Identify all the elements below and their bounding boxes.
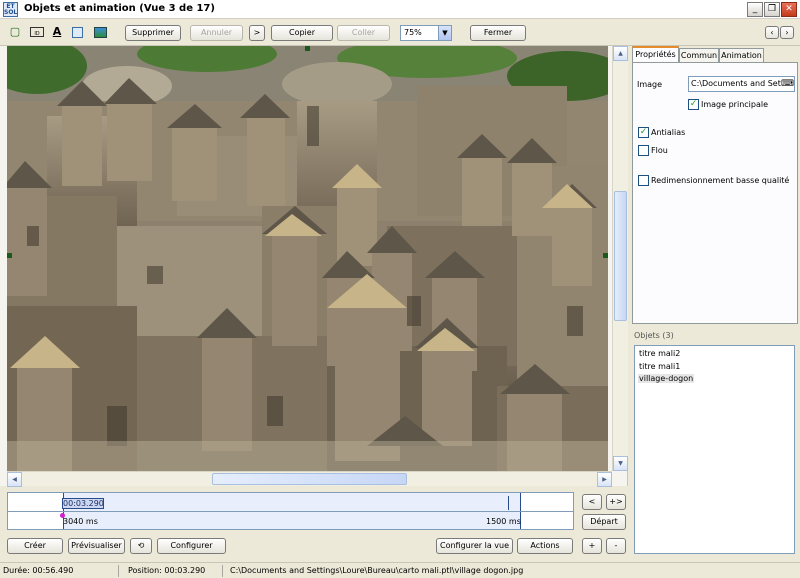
close-icon: ✕ <box>785 4 793 14</box>
antialias-label: Antialias <box>651 128 686 137</box>
timeline[interactable]: 00:03.290 3040 ms 1500 ms <box>7 492 574 530</box>
image-path-value: C:\Documents and Sett <box>691 79 784 88</box>
blur-label: Flou <box>651 146 668 155</box>
actions-button[interactable]: Actions <box>517 538 573 554</box>
redo-button[interactable]: > <box>249 25 265 41</box>
list-item[interactable]: titre mali2 <box>638 349 681 358</box>
image-path-field[interactable]: C:\Documents and Sett ⌨ <box>688 76 795 92</box>
status-divider <box>222 565 223 577</box>
vertical-scrollbar[interactable]: ▲ ▼ <box>612 46 628 471</box>
preview-canvas: ▲ ▼ ◀ ▶ <box>0 46 628 487</box>
duration-status: Durée: 00:56.490 <box>3 566 74 575</box>
checkmark-icon: ✓ <box>639 127 648 137</box>
properties-panel: Image C:\Documents and Sett ⌨ ✓ Image pr… <box>632 62 798 324</box>
frame-icon[interactable]: ▢ <box>8 25 22 39</box>
remove-object-button[interactable]: - <box>606 538 626 554</box>
scroll-up-icon[interactable]: ▲ <box>613 46 628 61</box>
low-quality-resize-label: Redimensionnement basse qualité <box>651 176 790 185</box>
tab-scroll-right-button[interactable]: › <box>780 26 794 39</box>
undo-button[interactable]: Annuler <box>190 25 243 41</box>
window-title: Objets et animation (Vue 3 de 17) <box>24 3 215 14</box>
horizontal-scroll-thumb[interactable] <box>212 473 407 485</box>
list-item[interactable]: titre mali1 <box>638 362 681 371</box>
picture-tool-icon[interactable] <box>94 27 107 38</box>
configure-button[interactable]: Configurer <box>157 538 226 554</box>
scroll-down-icon[interactable]: ▼ <box>613 456 628 471</box>
refresh-button[interactable]: ⟲ <box>130 538 152 554</box>
start-point-button[interactable]: Départ <box>582 514 626 530</box>
zoom-value: 75% <box>404 28 422 37</box>
zoom-select[interactable]: 75% ▼ <box>400 25 452 41</box>
end-marker[interactable] <box>508 496 509 510</box>
tab-common[interactable]: Commun <box>679 48 719 62</box>
timeline-next-button[interactable]: +> <box>606 494 626 510</box>
objects-list[interactable]: titre mali2 titre mali1 village-dogon <box>634 345 795 554</box>
position-status: Position: 00:03.290 <box>128 566 206 575</box>
village-dogon-image[interactable] <box>7 46 608 471</box>
current-time-display: 00:03.290 <box>62 498 104 509</box>
folder-icon[interactable]: ⌨ <box>781 78 794 90</box>
list-item[interactable]: village-dogon <box>638 374 695 383</box>
copy-button[interactable]: Copier <box>271 25 333 41</box>
close-editor-button[interactable]: Fermer <box>470 25 526 41</box>
chevron-down-icon[interactable]: ▼ <box>438 26 451 40</box>
tab-properties[interactable]: Propriétés <box>632 46 679 62</box>
resize-handle-top[interactable] <box>305 46 310 51</box>
scroll-right-icon[interactable]: ▶ <box>597 472 612 487</box>
maximize-icon: ❐ <box>767 4 777 14</box>
minimize-icon: _ <box>752 4 758 14</box>
resize-handle-left[interactable] <box>7 253 12 258</box>
property-tabs: Propriétés Commun Animation <box>632 46 798 62</box>
end-time-label: 1500 ms <box>486 517 521 526</box>
scroll-left-icon[interactable]: ◀ <box>7 472 22 487</box>
delete-button[interactable]: Supprimer <box>125 25 181 41</box>
checkmark-icon: ✓ <box>689 99 698 109</box>
maximize-button[interactable]: ❐ <box>764 2 780 17</box>
start-time-label: 3040 ms <box>63 517 98 526</box>
chevron-left-icon: ‹ <box>770 28 774 37</box>
objects-title: Objets (3) <box>634 331 674 340</box>
preview-button[interactable]: Prévisualiser <box>68 538 125 554</box>
create-button[interactable]: Créer <box>7 538 63 554</box>
timeline-prev-button[interactable]: < <box>582 494 602 510</box>
main-image-checkbox[interactable]: ✓ <box>688 99 699 110</box>
horizontal-scrollbar[interactable]: ◀ ▶ <box>7 471 612 487</box>
main-image-label: Image principale <box>701 100 769 109</box>
app-icon: ET SOL <box>3 2 18 17</box>
close-window-button[interactable]: ✕ <box>781 2 797 17</box>
resize-handle-right[interactable] <box>603 253 608 258</box>
refresh-icon: ⟲ <box>137 541 145 550</box>
title-bar: ET SOL Objets et animation (Vue 3 de 17)… <box>0 0 800 19</box>
paste-button[interactable]: Coller <box>337 25 390 41</box>
image-label: Image <box>637 80 663 89</box>
blur-checkbox[interactable] <box>638 145 649 156</box>
image-tool-icon[interactable]: ID <box>30 27 44 37</box>
chevron-right-icon: › <box>785 28 789 37</box>
low-quality-resize-checkbox[interactable] <box>638 175 649 186</box>
text-tool-icon[interactable]: A <box>50 25 64 39</box>
timeline-track <box>8 511 573 512</box>
file-path-status: C:\Documents and Settings\Loure\Bureau\c… <box>230 566 524 575</box>
rectangle-tool-icon[interactable] <box>72 27 83 38</box>
minimize-button[interactable]: _ <box>747 2 763 17</box>
tab-animation[interactable]: Animation <box>719 48 764 62</box>
vertical-scroll-thumb[interactable] <box>614 191 627 321</box>
status-bar: Durée: 00:56.490 Position: 00:03.290 C:\… <box>0 562 800 578</box>
tab-scroll-left-button[interactable]: ‹ <box>765 26 779 39</box>
status-divider <box>118 565 119 577</box>
antialias-checkbox[interactable]: ✓ <box>638 127 649 138</box>
add-object-button[interactable]: + <box>582 538 602 554</box>
configure-view-button[interactable]: Configurer la vue <box>436 538 513 554</box>
